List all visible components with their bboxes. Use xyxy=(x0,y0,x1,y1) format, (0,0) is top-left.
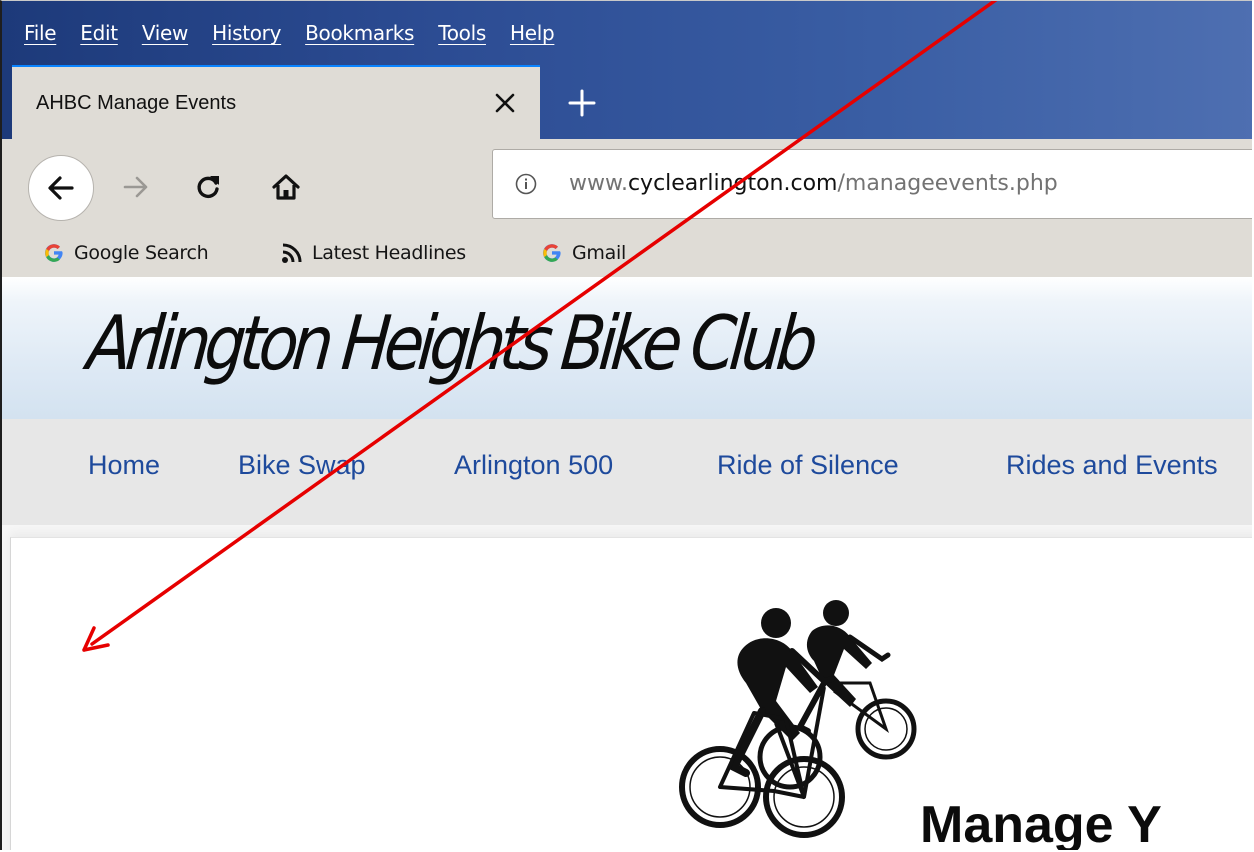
cyclists-logo xyxy=(674,591,924,850)
browser-window: File Edit View History Bookmarks Tools H… xyxy=(0,0,1252,850)
page-heading: Manage Y xyxy=(920,796,1162,850)
bookmark-label: Gmail xyxy=(572,242,626,264)
nav-link-bike-swap[interactable]: Bike Swap xyxy=(238,419,366,511)
home-icon[interactable] xyxy=(260,161,312,213)
bookmark-google-search[interactable]: Google Search xyxy=(42,233,209,273)
google-icon xyxy=(42,241,66,265)
bookmark-label: Google Search xyxy=(74,242,209,264)
bookmark-latest-headlines[interactable]: Latest Headlines xyxy=(280,233,466,273)
site-title[interactable]: Arlington Heights Bike Club xyxy=(82,277,818,409)
site-navigation: Home Bike Swap Arlington 500 Ride of Sil… xyxy=(2,419,1252,525)
tab-title: AHBC Manage Events xyxy=(36,92,237,114)
page-content: Manage Y xyxy=(2,525,1252,850)
url-path: /manageevents.php xyxy=(837,171,1058,196)
site-header: Arlington Heights Bike Club xyxy=(2,277,1252,419)
rss-icon xyxy=(280,241,304,265)
navigation-toolbar: www.cyclearlington.com/manageevents.php xyxy=(2,139,1252,233)
menu-view[interactable]: View xyxy=(130,13,200,53)
bookmarks-toolbar: Google Search Latest Headlines Gmail xyxy=(2,233,1252,277)
plus-icon[interactable] xyxy=(558,79,606,127)
info-icon[interactable] xyxy=(515,173,537,195)
nav-link-rides-and-events[interactable]: Rides and Events xyxy=(1006,419,1218,511)
menu-file[interactable]: File xyxy=(12,13,68,53)
menu-edit[interactable]: Edit xyxy=(68,13,130,53)
url-prefix: www. xyxy=(569,171,628,196)
nav-link-home[interactable]: Home xyxy=(88,419,160,511)
forward-arrow-icon[interactable] xyxy=(110,161,162,213)
menu-bar: File Edit View History Bookmarks Tools H… xyxy=(12,13,566,53)
bookmark-gmail[interactable]: Gmail xyxy=(540,233,626,273)
url-bar[interactable]: www.cyclearlington.com/manageevents.php xyxy=(492,149,1252,219)
bookmark-label: Latest Headlines xyxy=(312,242,466,264)
nav-link-arlington-500[interactable]: Arlington 500 xyxy=(454,419,613,511)
menu-tools[interactable]: Tools xyxy=(426,13,498,53)
nav-link-ride-of-silence[interactable]: Ride of Silence xyxy=(717,419,899,511)
back-arrow-icon[interactable] xyxy=(28,155,94,221)
menu-history[interactable]: History xyxy=(200,13,293,53)
google-icon xyxy=(540,241,564,265)
menu-help[interactable]: Help xyxy=(498,13,566,53)
reload-icon[interactable] xyxy=(182,161,234,213)
active-tab[interactable]: AHBC Manage Events xyxy=(12,65,540,139)
menu-bookmarks[interactable]: Bookmarks xyxy=(293,13,426,53)
close-icon[interactable] xyxy=(488,86,522,120)
url-text: www.cyclearlington.com/manageevents.php xyxy=(569,150,1058,218)
url-domain: cyclearlington.com xyxy=(627,171,838,196)
